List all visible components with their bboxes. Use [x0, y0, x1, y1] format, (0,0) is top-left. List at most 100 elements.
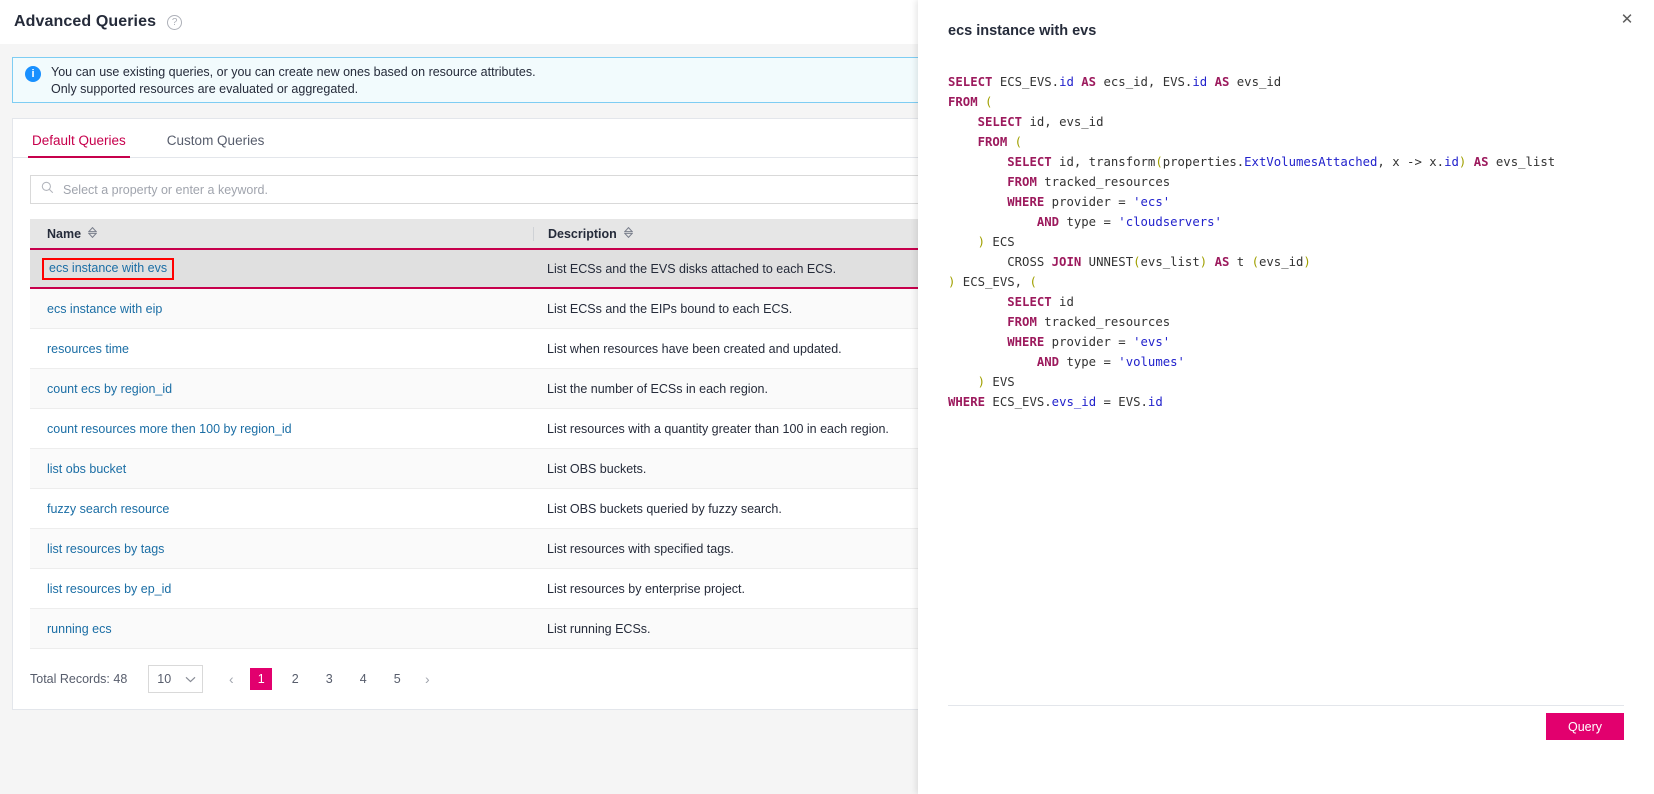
- question-mark-circle-icon[interactable]: ?: [167, 14, 183, 30]
- cell-name: list resources by tags: [30, 542, 533, 556]
- query-name-link[interactable]: list obs bucket: [47, 462, 126, 476]
- page-number-3[interactable]: 3: [318, 668, 340, 690]
- sql-line: ) ECS: [948, 232, 1638, 252]
- sql-token: EVS: [985, 375, 1015, 389]
- table-row[interactable]: ecs instance with evs List ECSs and the E…: [30, 248, 918, 289]
- table-body: ecs instance with evs List ECSs and the E…: [30, 248, 918, 649]
- query-name-link[interactable]: fuzzy search resource: [47, 502, 169, 516]
- sql-line: AND type = 'volumes': [948, 352, 1638, 372]
- table-row[interactable]: list obs bucket List OBS buckets.: [30, 449, 918, 489]
- sql-token: WHERE: [948, 395, 986, 409]
- sql-token: id: [1444, 155, 1459, 169]
- sql-token: CROSS: [1007, 255, 1052, 269]
- table-row[interactable]: ecs instance with eip List ECSs and the E…: [30, 289, 918, 329]
- sql-token: AND: [1036, 355, 1060, 369]
- sql-token: (: [1155, 155, 1163, 169]
- cell-description: List running ECSs.: [547, 621, 651, 636]
- sql-line: FROM tracked_resources: [948, 312, 1638, 332]
- page-number-2[interactable]: 2: [284, 668, 306, 690]
- query-name-link[interactable]: count resources more then 100 by region_…: [47, 422, 292, 436]
- sql-token: (: [1029, 275, 1037, 289]
- sql-token: 'volumes': [1118, 355, 1185, 369]
- query-name-link[interactable]: list resources by ep_id: [47, 582, 171, 596]
- sql-line: WHERE provider = 'evs': [948, 332, 1638, 352]
- query-detail-drawer: ✕ ecs instance with evs SELECT ECS_EVS.i…: [918, 0, 1654, 794]
- query-name-link[interactable]: ecs instance with eip: [47, 302, 162, 316]
- cell-description: List resources with a quantity greater t…: [547, 421, 889, 436]
- sql-token: 'evs': [1133, 335, 1171, 349]
- sql-token: id: [1192, 75, 1208, 89]
- table-row[interactable]: list resources by tags List resources wit…: [30, 529, 918, 569]
- search-box[interactable]: [30, 175, 918, 204]
- sql-token: FROM: [1007, 175, 1037, 189]
- query-name-link[interactable]: count ecs by region_id: [47, 382, 172, 396]
- table-row[interactable]: list resources by ep_id List resources by…: [30, 569, 918, 609]
- query-name-link[interactable]: ecs instance with evs: [42, 257, 175, 280]
- sql-line: CROSS JOIN UNNEST(evs_list) AS t (evs_id…: [948, 252, 1638, 272]
- sql-token: properties.: [1162, 155, 1245, 169]
- sql-line: SELECT id, evs_id: [948, 112, 1638, 132]
- sql-token: type =: [1059, 355, 1119, 369]
- cell-name: list obs bucket: [30, 462, 533, 476]
- table-row[interactable]: count resources more then 100 by region_…: [30, 409, 918, 449]
- sql-token: ECS_EVS.: [985, 395, 1052, 409]
- column-header-description[interactable]: Description: [533, 226, 918, 241]
- sql-token: ): [977, 375, 986, 389]
- cell-name: running ecs: [30, 622, 533, 636]
- info-alert: i You can use existing queries, or you c…: [12, 57, 918, 103]
- cell-name: list resources by ep_id: [30, 582, 533, 596]
- sql-token: ECS_EVS,: [955, 275, 1030, 289]
- cell-description: List when resources have been created an…: [547, 341, 842, 356]
- sort-toggle-icon[interactable]: [87, 226, 98, 241]
- page-header: Advanced Queries ?: [0, 0, 918, 44]
- sql-token: SELECT: [1007, 295, 1052, 309]
- sql-line: SELECT ECS_EVS.id AS ecs_id, EVS.id AS e…: [948, 72, 1638, 92]
- query-name-link[interactable]: resources time: [47, 342, 129, 356]
- page-number-4[interactable]: 4: [352, 668, 374, 690]
- tab-custom-queries[interactable]: Custom Queries: [165, 133, 267, 157]
- cell-name: count ecs by region_id: [30, 382, 533, 396]
- sql-line: FROM (: [948, 132, 1638, 152]
- sql-token: 'cloudservers': [1118, 215, 1222, 229]
- close-icon[interactable]: ✕: [1616, 8, 1638, 30]
- next-page-button[interactable]: ›: [414, 666, 440, 692]
- column-header-name-label: Name: [47, 226, 82, 241]
- sql-token: id: [1147, 395, 1163, 409]
- table-row[interactable]: running ecs List running ECSs.: [30, 609, 918, 649]
- sql-token: (: [1251, 255, 1259, 269]
- table-row[interactable]: count ecs by region_id List the number of…: [30, 369, 918, 409]
- sql-token: , x -> x.: [1377, 155, 1445, 169]
- sql-code-block: SELECT ECS_EVS.id AS ecs_id, EVS.id AS e…: [948, 72, 1638, 412]
- sort-toggle-icon[interactable]: [623, 226, 634, 241]
- page-size-select[interactable]: 10: [148, 665, 204, 693]
- sql-token: WHERE: [1007, 195, 1045, 209]
- page-title: Advanced Queries: [14, 13, 157, 30]
- page-number-1[interactable]: 1: [250, 668, 273, 690]
- total-records-label: Total Records: 48: [30, 672, 128, 686]
- sql-token: SELECT: [1007, 155, 1052, 169]
- query-name-link[interactable]: running ecs: [47, 622, 112, 636]
- sql-token: evs_list: [1488, 155, 1556, 169]
- prev-page-button[interactable]: ‹: [218, 666, 244, 692]
- query-button[interactable]: Query: [1546, 713, 1624, 740]
- sql-token: (: [1014, 135, 1023, 149]
- page-number-5[interactable]: 5: [386, 668, 408, 690]
- query-name-link[interactable]: list resources by tags: [47, 542, 164, 556]
- tab-default-queries[interactable]: Default Queries: [28, 133, 130, 158]
- sql-token: type =: [1059, 215, 1119, 229]
- column-header-name[interactable]: Name: [30, 226, 533, 241]
- sql-token: AS: [1473, 155, 1489, 169]
- sql-token: evs_id: [1259, 255, 1304, 269]
- cell-description: List ECSs and the EVS disks attached to …: [547, 261, 837, 276]
- table-row[interactable]: resources time List when resources have b…: [30, 329, 918, 369]
- search-icon: [41, 181, 54, 199]
- search-input[interactable]: [61, 181, 918, 198]
- table-row[interactable]: fuzzy search resource List OBS buckets qu…: [30, 489, 918, 529]
